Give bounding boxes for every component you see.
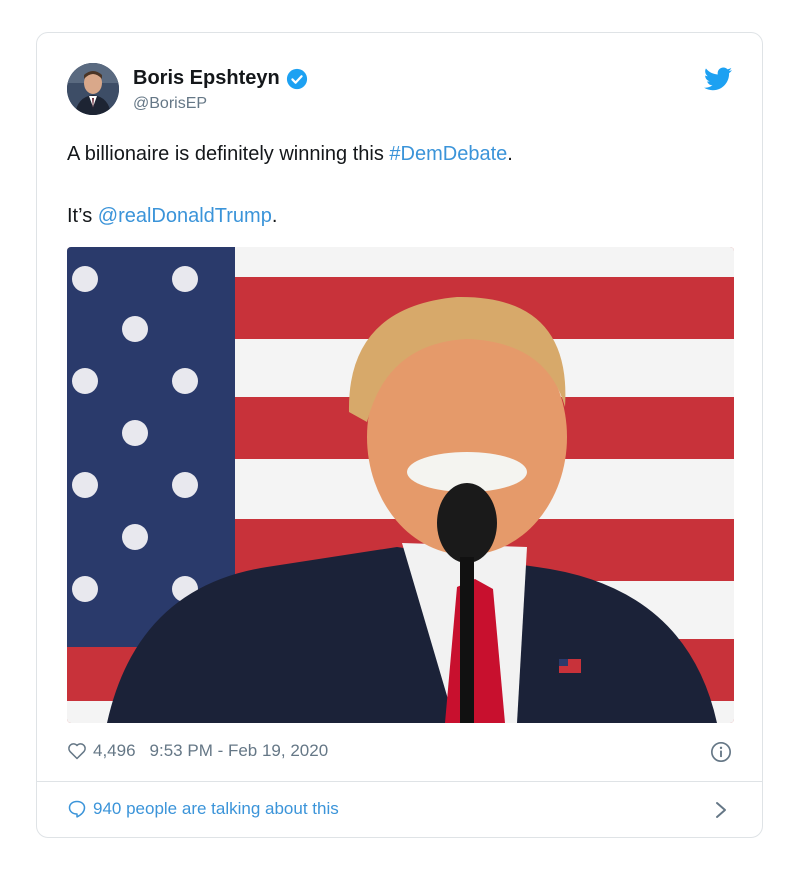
discussion-text[interactable]: 940 people are talking about this <box>93 799 339 819</box>
author-row: Boris Epshteyn <box>133 67 308 90</box>
twitter-bird-icon[interactable] <box>704 67 732 91</box>
tweet-text-line-2: It’s @realDonaldTrump. <box>67 205 278 227</box>
tweet-text-line-1: A billionaire is definitely winning this… <box>67 143 513 165</box>
tweet-card: Boris Epshteyn @BorisEP A billionaire is… <box>36 32 763 838</box>
tweet-meta: 4,496 9:53 PM - Feb 19, 2020 <box>67 741 328 761</box>
speech-bubble-icon <box>68 800 86 818</box>
verified-badge-icon <box>286 68 307 89</box>
author-handle[interactable]: @BorisEP <box>133 95 207 113</box>
chevron-right-icon[interactable] <box>714 800 728 820</box>
avatar[interactable] <box>67 63 119 115</box>
like-count[interactable]: 4,496 <box>93 741 136 761</box>
divider <box>37 781 762 782</box>
mention-link[interactable]: @realDonaldTrump <box>98 205 272 227</box>
tweet-timestamp[interactable]: 9:53 PM - Feb 19, 2020 <box>150 741 329 761</box>
tweet-photo[interactable] <box>67 247 734 723</box>
author-name[interactable]: Boris Epshteyn <box>133 67 280 90</box>
info-icon[interactable] <box>710 741 732 763</box>
discussion-link[interactable]: 940 people are talking about this <box>67 799 339 819</box>
heart-icon[interactable] <box>67 741 87 761</box>
hashtag-link[interactable]: #DemDebate <box>389 143 507 165</box>
